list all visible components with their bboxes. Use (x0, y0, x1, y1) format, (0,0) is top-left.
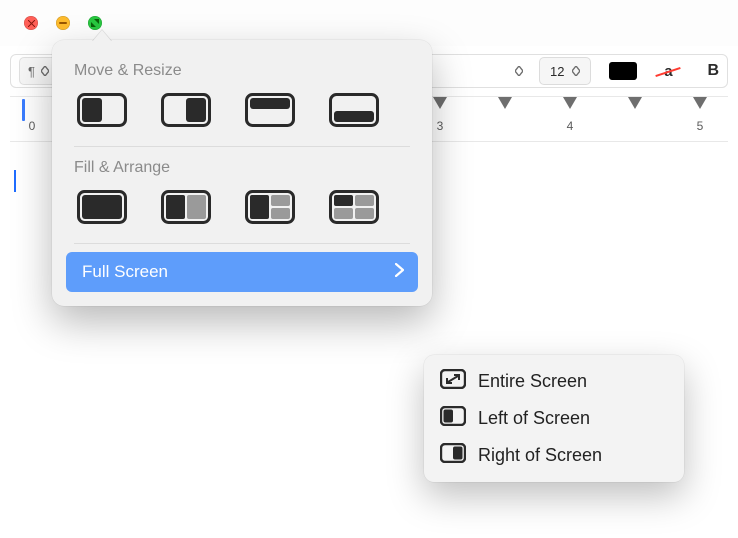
entire-screen-item[interactable]: Entire Screen (430, 363, 678, 400)
move-resize-row (64, 88, 420, 144)
fullscreen-arrows-icon (440, 369, 466, 394)
tab-marker-icon[interactable] (498, 97, 512, 109)
text-color-swatch[interactable] (609, 62, 637, 80)
full-screen-label: Full Screen (82, 262, 168, 282)
tab-marker-icon[interactable] (628, 97, 642, 109)
move-right-half-button[interactable] (158, 90, 214, 130)
tab-marker-icon[interactable] (433, 97, 447, 109)
left-of-screen-item[interactable]: Left of Screen (430, 400, 678, 437)
traffic-lights (24, 16, 102, 30)
move-bottom-half-button[interactable] (326, 90, 382, 130)
window-left-half-icon (440, 406, 466, 431)
window-tiling-popover: Move & Resize Fill & Arrange Full S (52, 40, 432, 306)
submenu-item-label: Right of Screen (478, 445, 602, 466)
arrange-two-up-button[interactable] (158, 187, 214, 227)
submenu-item-label: Entire Screen (478, 371, 587, 392)
font-family-chevrons-icon[interactable] (515, 66, 523, 76)
window-minimize-button[interactable] (56, 16, 70, 30)
full-screen-menu-item[interactable]: Full Screen (66, 252, 418, 292)
chevron-right-icon (395, 262, 404, 282)
window-zoom-button[interactable] (88, 16, 102, 30)
move-left-half-button[interactable] (74, 90, 130, 130)
popover-pointer (92, 30, 112, 42)
left-indent-marker[interactable] (22, 99, 25, 121)
font-size-value: 12 (550, 64, 564, 79)
chevron-updown-icon (41, 66, 49, 76)
right-of-screen-item[interactable]: Right of Screen (430, 437, 678, 474)
arrange-quadrants-button[interactable] (326, 187, 382, 227)
tab-marker-icon[interactable] (693, 97, 707, 109)
fill-arrange-row (64, 185, 420, 241)
divider (74, 243, 410, 244)
text-caret (14, 170, 16, 192)
move-resize-heading: Move & Resize (64, 58, 420, 88)
bold-button[interactable]: B (707, 62, 719, 80)
ruler-number: 3 (437, 119, 444, 133)
move-top-half-button[interactable] (242, 90, 298, 130)
window-right-half-icon (440, 443, 466, 468)
full-screen-submenu: Entire Screen Left of Screen Right of Sc… (424, 355, 684, 482)
letter-b-icon: B (707, 62, 719, 79)
divider (74, 146, 410, 147)
clear-style-button[interactable]: a (657, 61, 679, 81)
font-size-stepper[interactable]: 12 (539, 57, 591, 85)
ruler-number: 4 (567, 119, 574, 133)
ruler-number: 0 (29, 119, 36, 133)
ruler-number: 5 (697, 119, 704, 133)
submenu-item-label: Left of Screen (478, 408, 590, 429)
chevron-updown-icon (572, 66, 580, 76)
window-close-button[interactable] (24, 16, 38, 30)
letter-a-icon: a (664, 63, 672, 80)
arrange-three-up-button[interactable] (242, 187, 298, 227)
tab-marker-icon[interactable] (563, 97, 577, 109)
pilcrow-icon: ¶ (28, 64, 35, 79)
fill-screen-button[interactable] (74, 187, 130, 227)
fill-arrange-heading: Fill & Arrange (64, 155, 420, 185)
